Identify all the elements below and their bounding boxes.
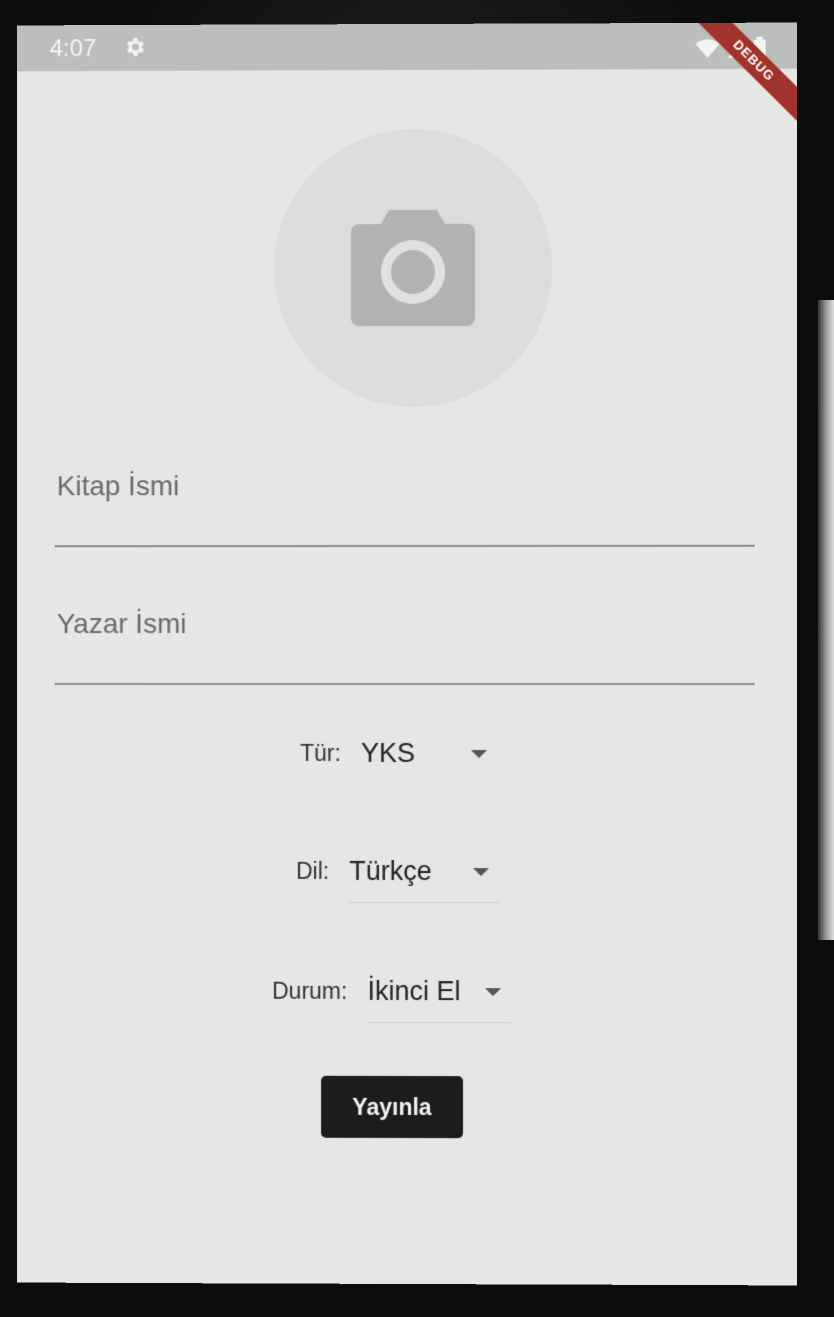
author-name-underline [54, 682, 755, 686]
publish-button[interactable]: Yayınla [321, 1075, 464, 1139]
caret-down-icon [485, 987, 502, 996]
caret-down-icon [473, 867, 490, 876]
condition-underline [367, 1021, 514, 1024]
phone-side-edge [818, 300, 834, 940]
genre-row: Tür: YKS [300, 738, 489, 769]
gear-icon [127, 38, 145, 57]
condition-label: Durum: [272, 977, 348, 1004]
language-value: Türkçe [349, 855, 432, 887]
book-photo-picker[interactable] [274, 128, 553, 408]
book-name-field[interactable]: Kitap İsmi [54, 464, 755, 555]
genre-dropdown[interactable]: YKS [361, 738, 489, 769]
condition-row: Durum: İkinci El [272, 975, 514, 1024]
language-label: Dil: [296, 857, 330, 884]
camera-icon [351, 209, 475, 327]
caret-down-icon [470, 749, 487, 758]
app-screen: 4:07 DEBUG Kitap İsmi Yazar İsmi Tür: YK… [16, 22, 797, 1286]
condition-dropdown[interactable]: İkinci El [367, 975, 514, 1024]
genre-label: Tür: [300, 739, 341, 766]
language-underline [349, 901, 500, 904]
language-row: Dil: Türkçe [296, 855, 500, 904]
author-name-field[interactable]: Yazar İsmi [54, 602, 755, 692]
condition-value: İkinci El [367, 975, 461, 1007]
status-time: 4:07 [49, 35, 97, 63]
book-name-label: Kitap İsmi [56, 470, 180, 502]
book-name-underline [54, 544, 755, 548]
language-dropdown[interactable]: Türkçe [349, 855, 500, 904]
status-bar: 4:07 DEBUG [16, 22, 797, 130]
genre-value: YKS [360, 737, 415, 769]
author-name-label: Yazar İsmi [56, 608, 187, 640]
